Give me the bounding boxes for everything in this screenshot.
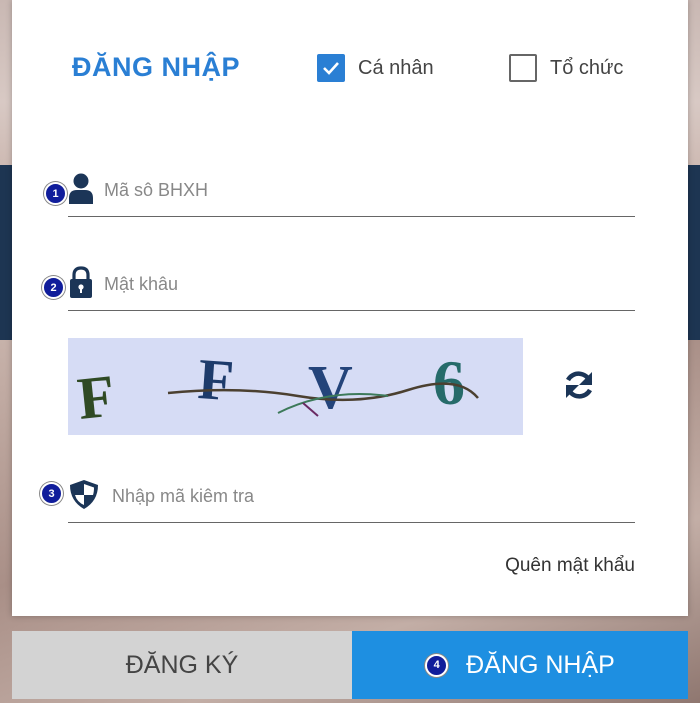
step-badge-2: 2	[42, 276, 65, 299]
option-personal[interactable]: Cá nhân	[317, 54, 434, 82]
password-input[interactable]	[104, 270, 624, 298]
shield-icon	[68, 476, 100, 512]
captcha-input[interactable]	[112, 482, 632, 510]
user-icon	[68, 170, 94, 206]
refresh-icon[interactable]	[562, 368, 596, 402]
register-button[interactable]: ĐĂNG KÝ	[12, 631, 352, 699]
captcha-char: F	[75, 362, 118, 431]
checkbox-unchecked-icon[interactable]	[509, 54, 537, 82]
captcha-graphic: F F V 6	[75, 346, 479, 432]
login-button-label: ĐĂNG NHẬP	[466, 650, 615, 679]
lock-icon	[68, 264, 94, 300]
bhxh-field	[68, 170, 635, 217]
forgot-password-link[interactable]: Quên mật khẩu	[505, 555, 635, 577]
password-field	[68, 264, 635, 311]
bhxh-input[interactable]	[104, 176, 624, 204]
login-title: ĐĂNG NHẬP	[72, 52, 241, 82]
step-badge-1: 1	[44, 182, 67, 205]
login-card: ĐĂNG NHẬP Cá nhân Tổ chức F F V 6	[12, 0, 688, 616]
register-button-label: ĐĂNG KÝ	[125, 650, 239, 679]
option-organization-label: Tổ chức	[550, 56, 624, 79]
step-badge-3: 3	[40, 482, 63, 505]
option-organization[interactable]: Tổ chức	[509, 54, 623, 82]
captcha-image: F F V 6	[68, 338, 523, 435]
option-personal-label: Cá nhân	[358, 56, 434, 79]
login-button[interactable]: 4 ĐĂNG NHẬP	[352, 631, 688, 699]
captcha-char: F	[196, 346, 236, 413]
step-badge-4: 4	[425, 653, 449, 677]
checkbox-checked-icon[interactable]	[317, 54, 345, 82]
captcha-char: V	[308, 354, 353, 422]
captcha-char: 6	[433, 347, 465, 418]
captcha-field	[68, 476, 635, 523]
